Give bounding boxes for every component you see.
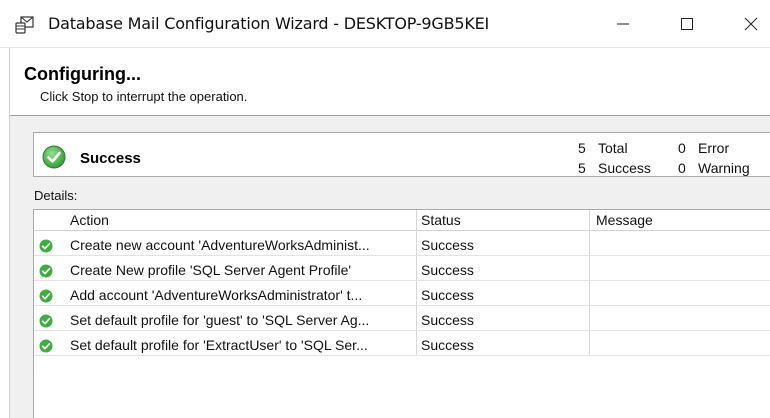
row-divider [34, 330, 770, 331]
column-header-status[interactable]: Status [421, 210, 461, 230]
row-action: Set default profile for 'ExtractUser' to… [70, 337, 368, 353]
close-button[interactable] [728, 0, 770, 47]
column-header-action[interactable]: Action [70, 210, 109, 230]
row-action: Set default profile for 'guest' to 'SQL … [70, 312, 370, 328]
summary-panel [33, 132, 770, 177]
row-action: Add account 'AdventureWorksAdministrator… [70, 287, 363, 303]
maximize-icon [681, 17, 693, 30]
window-title: Database Mail Configuration Wizard - DES… [48, 14, 490, 33]
page-subtitle: Click Stop to interrupt the operation. [40, 89, 248, 104]
success-count: 5 [578, 160, 586, 176]
close-icon [744, 17, 758, 30]
row-divider [34, 305, 770, 306]
total-count: 5 [578, 140, 586, 156]
row-status: Success [421, 237, 474, 253]
summary-status: Success [80, 150, 141, 167]
success-check-icon [39, 314, 53, 328]
column-header-message[interactable]: Message [596, 210, 653, 230]
success-check-icon [39, 289, 53, 303]
row-action: Create new account 'AdventureWorksAdmini… [70, 237, 370, 253]
success-label: Success [598, 160, 651, 176]
details-label: Details: [34, 188, 78, 203]
error-count: 0 [678, 140, 686, 156]
success-check-icon [39, 264, 53, 278]
database-mail-icon [15, 16, 34, 34]
row-divider [34, 280, 770, 281]
success-check-icon [42, 145, 66, 169]
minimize-icon [617, 23, 629, 24]
warning-label: Warning [698, 160, 750, 176]
warning-count: 0 [678, 160, 686, 176]
row-divider [34, 355, 770, 356]
row-action: Create New profile 'SQL Server Agent Pro… [70, 262, 352, 278]
details-grid[interactable]: Action Status Message Create new account… [33, 209, 770, 418]
total-label: Total [598, 140, 628, 156]
column-divider [589, 210, 590, 356]
page-title: Configuring... [24, 64, 141, 84]
row-status: Success [421, 312, 474, 328]
title-bar: Database Mail Configuration Wizard - DES… [0, 0, 770, 47]
row-status: Success [421, 337, 474, 353]
row-status: Success [421, 287, 474, 303]
success-check-icon [39, 339, 53, 353]
column-divider [416, 210, 417, 356]
row-status: Success [421, 262, 474, 278]
success-check-icon [39, 239, 53, 253]
minimize-button[interactable] [600, 0, 646, 47]
error-label: Error [698, 140, 730, 156]
maximize-button[interactable] [664, 0, 710, 47]
header-row-divider [34, 230, 770, 231]
row-divider [34, 255, 770, 256]
